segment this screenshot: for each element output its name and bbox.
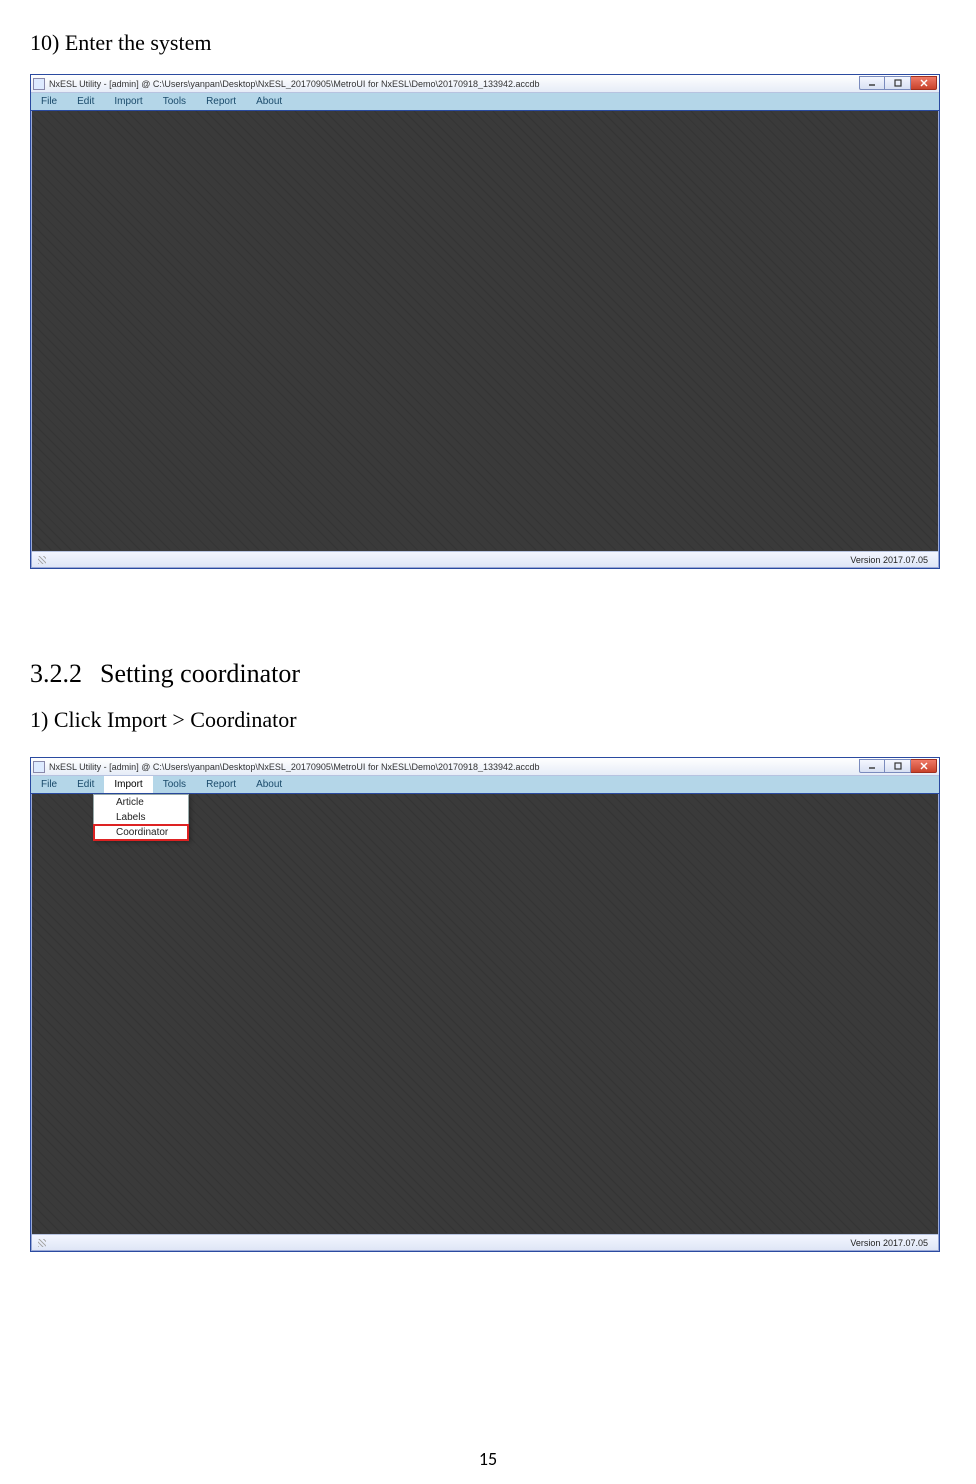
app-window-2: NxESL Utility - [admin] @ C:\Users\yanpa…: [30, 757, 940, 1252]
minimize-button[interactable]: [859, 759, 885, 773]
menu-about[interactable]: About: [246, 93, 292, 110]
maximize-button[interactable]: [885, 76, 911, 90]
menu-import[interactable]: Import: [104, 93, 152, 110]
dropdown-item-article[interactable]: Article: [94, 795, 188, 810]
section-heading: 3.2.2 Setting coordinator: [30, 659, 946, 689]
close-button[interactable]: [911, 759, 937, 773]
statusbar: Version 2017.07.05: [32, 551, 938, 567]
window-title: NxESL Utility - [admin] @ C:\Users\yanpa…: [49, 762, 540, 772]
menu-report[interactable]: Report: [196, 776, 246, 793]
menubar: File Edit Import Tools Report About: [31, 93, 939, 111]
version-label: Version 2017.07.05: [850, 555, 928, 565]
app-icon: [33, 78, 45, 90]
window-controls: [859, 76, 937, 90]
menu-edit[interactable]: Edit: [67, 93, 104, 110]
titlebar: NxESL Utility - [admin] @ C:\Users\yanpa…: [31, 75, 939, 93]
window-controls: [859, 759, 937, 773]
content-area: [32, 111, 938, 550]
step-1-text: 1) Click Import > Coordinator: [30, 707, 946, 733]
app-window-1: NxESL Utility - [admin] @ C:\Users\yanpa…: [30, 74, 940, 569]
menu-tools[interactable]: Tools: [153, 93, 196, 110]
menu-file[interactable]: File: [31, 776, 67, 793]
titlebar: NxESL Utility - [admin] @ C:\Users\yanpa…: [31, 758, 939, 776]
menubar: File Edit Import Tools Report About: [31, 776, 939, 794]
window-title: NxESL Utility - [admin] @ C:\Users\yanpa…: [49, 79, 540, 89]
content-area: [32, 794, 938, 1233]
step-10-text: 10) Enter the system: [30, 30, 946, 56]
menu-import[interactable]: Import: [104, 776, 152, 793]
statusbar: Version 2017.07.05: [32, 1234, 938, 1250]
page-number: 15: [0, 1448, 976, 1470]
dropdown-item-labels[interactable]: Labels: [94, 810, 188, 825]
import-dropdown: Article Labels Coordinator: [93, 794, 189, 841]
menu-about[interactable]: About: [246, 776, 292, 793]
version-label: Version 2017.07.05: [850, 1238, 928, 1248]
resize-grip-left-icon: [38, 556, 46, 564]
section-title: Setting coordinator: [100, 659, 300, 688]
menu-report[interactable]: Report: [196, 93, 246, 110]
resize-grip-left-icon: [38, 1239, 46, 1247]
menu-file[interactable]: File: [31, 93, 67, 110]
menu-edit[interactable]: Edit: [67, 776, 104, 793]
menu-tools[interactable]: Tools: [153, 776, 196, 793]
minimize-button[interactable]: [859, 76, 885, 90]
dropdown-item-coordinator[interactable]: Coordinator: [94, 825, 188, 840]
close-button[interactable]: [911, 76, 937, 90]
maximize-button[interactable]: [885, 759, 911, 773]
section-number: 3.2.2: [30, 659, 82, 689]
app-icon: [33, 761, 45, 773]
